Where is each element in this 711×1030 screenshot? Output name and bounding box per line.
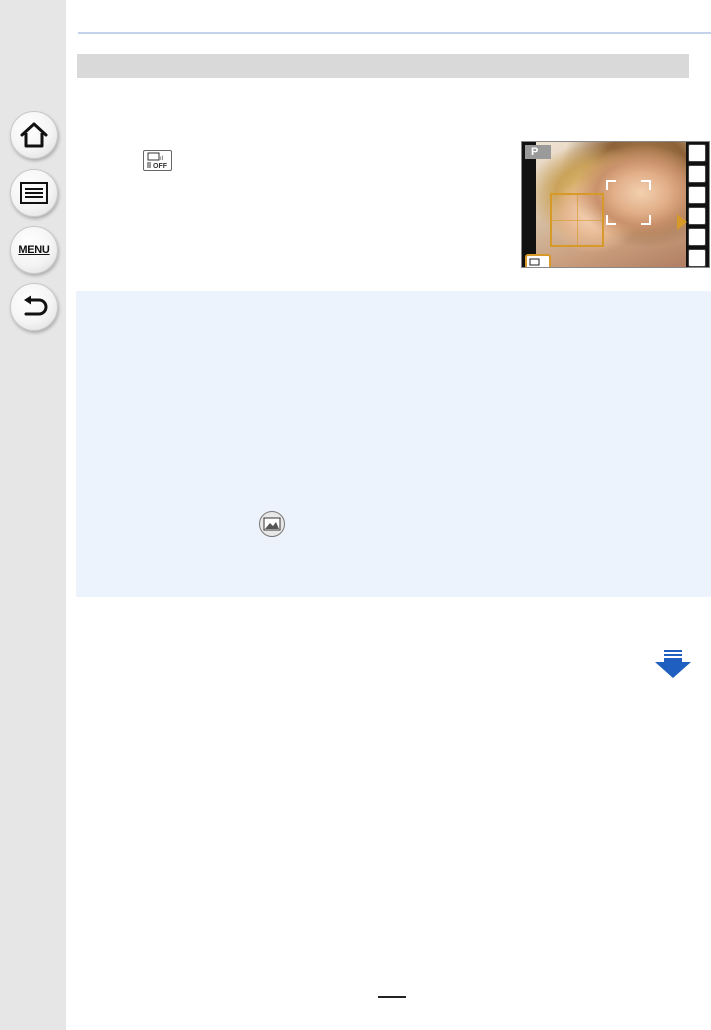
af-frame-selected — [550, 193, 604, 247]
continue-arrow-icon[interactable] — [655, 650, 691, 680]
photo-style-off-icon: ıl OFF — [143, 150, 172, 171]
sidebar: MENU — [0, 0, 66, 1030]
page-number-rule — [378, 996, 406, 998]
camera-tab-4 — [688, 207, 706, 225]
svg-text:OFF: OFF — [153, 163, 168, 170]
home-icon — [20, 122, 48, 148]
camera-tab-3 — [688, 186, 706, 204]
note-box — [76, 291, 711, 597]
camera-tab-5 — [688, 228, 706, 246]
back-arrow-icon — [24, 295, 48, 316]
scene-icon — [259, 511, 285, 537]
back-button[interactable] — [10, 283, 58, 331]
list-icon — [20, 182, 48, 204]
mode-badge: P — [525, 145, 551, 159]
menu-label: MENU — [18, 244, 50, 256]
selection-arrow-icon — [677, 214, 687, 230]
section-heading-bar — [77, 54, 689, 78]
photo-style-off-icon-selected: OFF — [525, 254, 551, 267]
camera-tab-6 — [688, 249, 706, 267]
camera-screen-illustration: P OFF — [521, 141, 710, 268]
camera-tab-1 — [688, 144, 706, 162]
menu-button[interactable]: MENU — [10, 226, 58, 274]
home-button[interactable] — [10, 111, 58, 159]
header-rule — [78, 32, 711, 34]
af-frame-face — [606, 180, 651, 225]
camera-tab-2 — [688, 165, 706, 183]
camera-touch-tabs — [688, 144, 708, 267]
svg-text:ıl: ıl — [160, 156, 163, 162]
contents-button[interactable] — [10, 169, 58, 217]
